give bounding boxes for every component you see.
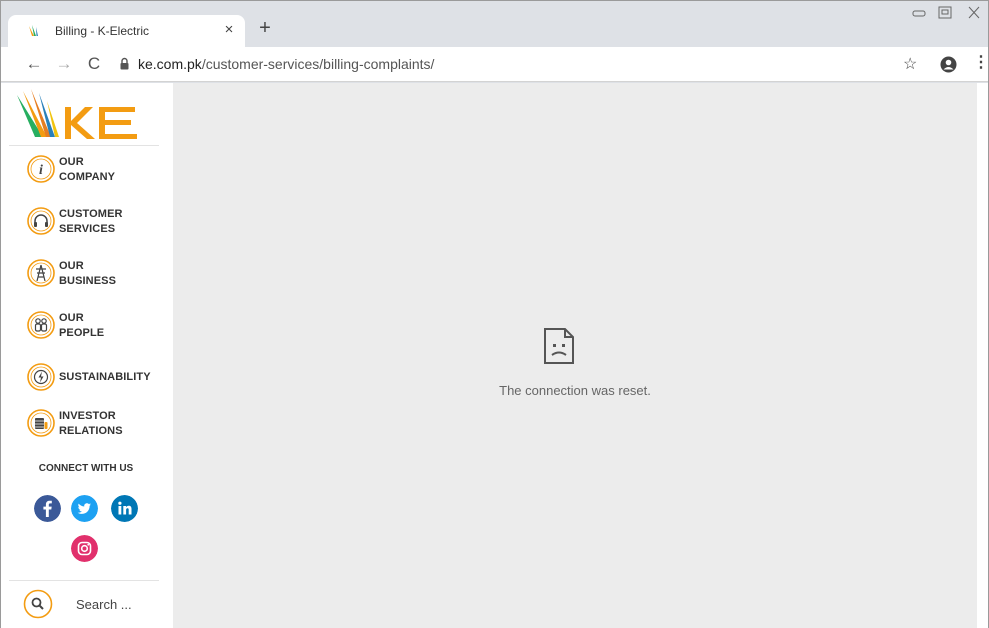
- menu-label: OUR COMPANY: [59, 156, 116, 183]
- back-button[interactable]: ←: [23, 54, 45, 74]
- tab-billing[interactable]: Billing - K-Electric ×: [8, 15, 245, 47]
- menu-sustainability[interactable]: SUSTAINABILITY: [26, 359, 166, 395]
- search-icon[interactable]: [23, 589, 53, 619]
- svg-text:i: i: [39, 163, 43, 178]
- power-tower-icon: [27, 259, 55, 287]
- sad-page-icon: [544, 328, 574, 364]
- scrollbar[interactable]: [977, 83, 988, 628]
- page-viewport: i OUR COMPANY CUSTOMER SERVICES OUR BUSI…: [1, 83, 988, 628]
- browser-toolbar: ← → C ke.com.pk/customer-services/billin…: [1, 47, 989, 82]
- menu-our-people[interactable]: OUR PEOPLE: [26, 307, 166, 343]
- account-icon[interactable]: [940, 56, 957, 73]
- connect-heading: CONNECT WITH US: [38, 463, 134, 474]
- headphones-icon: [27, 207, 55, 235]
- linkedin-icon[interactable]: [111, 495, 138, 522]
- menu-customer-services[interactable]: CUSTOMER SERVICES: [26, 203, 166, 239]
- browser-window: Billing - K-Electric × + ← → C ke.com.pk…: [0, 0, 989, 628]
- coins-icon: [27, 409, 55, 437]
- menu-investor-relations[interactable]: INVESTOR RELATIONS: [26, 405, 166, 441]
- menu-label: OUR BUSINESS: [59, 260, 117, 287]
- tab-title: Billing - K-Electric: [55, 24, 150, 38]
- lock-icon[interactable]: [120, 57, 129, 70]
- menu-label: OUR PEOPLE: [59, 312, 105, 339]
- menu-label: INVESTOR RELATIONS: [59, 410, 123, 437]
- ke-logo[interactable]: [15, 87, 143, 141]
- divider: [9, 580, 159, 581]
- facebook-icon[interactable]: [34, 495, 61, 522]
- minimize-button[interactable]: [907, 3, 931, 23]
- lightning-icon: [27, 363, 55, 391]
- url-path: /customer-services/billing-complaints/: [201, 56, 435, 72]
- maximize-button[interactable]: [933, 3, 957, 23]
- reload-button[interactable]: C: [83, 54, 105, 74]
- search-input[interactable]: Search ...: [76, 597, 132, 612]
- url-host: ke.com.pk: [138, 56, 202, 72]
- address-bar[interactable]: ke.com.pk/customer-services/billing-comp…: [138, 56, 434, 72]
- bookmark-star-icon[interactable]: ☆: [903, 54, 917, 74]
- instagram-icon[interactable]: [71, 535, 98, 562]
- menu-label: CUSTOMER SERVICES: [59, 208, 123, 235]
- error-message: The connection was reset.: [499, 383, 651, 398]
- menu-label: SUSTAINABILITY: [59, 371, 151, 383]
- divider: [9, 145, 159, 146]
- browser-menu-button[interactable]: ⋮: [973, 54, 989, 72]
- close-window-button[interactable]: [961, 3, 987, 23]
- new-tab-button[interactable]: +: [255, 18, 275, 38]
- forward-button[interactable]: →: [53, 54, 75, 74]
- tab-strip: Billing - K-Electric × +: [1, 1, 988, 47]
- info-icon: i: [27, 155, 55, 183]
- people-icon: [27, 311, 55, 339]
- main-content: The connection was reset.: [173, 83, 977, 628]
- tab-close-button[interactable]: ×: [221, 21, 237, 38]
- ke-favicon-icon: [29, 25, 38, 36]
- twitter-icon[interactable]: [71, 495, 98, 522]
- menu-our-business[interactable]: OUR BUSINESS: [26, 255, 166, 291]
- menu-our-company[interactable]: i OUR COMPANY: [26, 151, 166, 187]
